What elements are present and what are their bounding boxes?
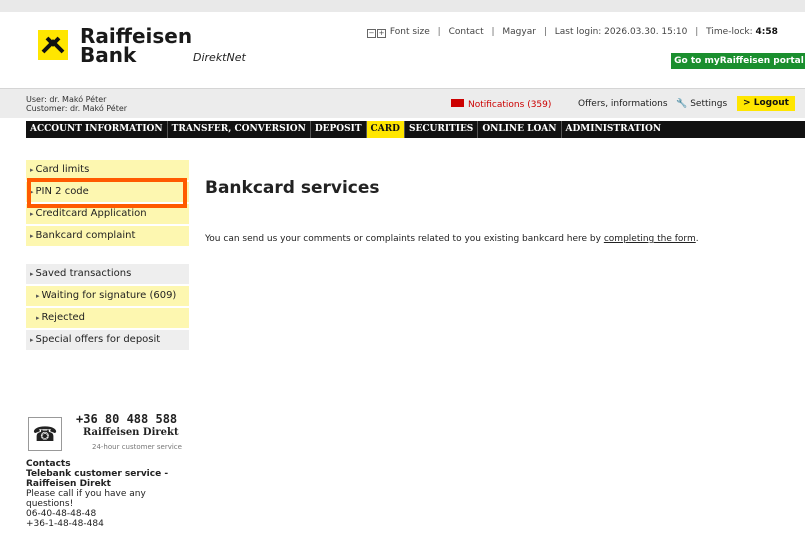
time-lock-label: Time-lock: [706,27,753,37]
sidebar-item-label: Rejected [41,312,86,323]
sidebar-item-special-offers[interactable]: ▸ Special offers for deposit [26,330,189,352]
top-strip [0,0,805,12]
sidebar-item-label: Card limits [35,164,90,175]
logout-button[interactable]: > Logout [737,96,795,111]
phone-number: +36 80 488 588 [76,412,178,426]
app-name: DirektNet [193,51,246,64]
contacts-text: Please call if you have any questions! [26,489,146,509]
wrench-icon: 🔧 [676,99,688,109]
notifications-label: Notifications (359) [468,100,552,110]
page-description: You can send us your comments or complai… [205,234,699,244]
sidebar-item-label: Special offers for deposit [35,334,161,345]
nav-card[interactable]: CARD [366,121,405,138]
contacts-phone-1: 06-40-48-48-48 [26,509,97,519]
last-login: Last login: 2026.03.30. 15:10 [554,27,688,37]
sidebar-item-label: Waiting for signature (609) [41,290,177,301]
arrow-right-icon: ▸ [30,232,34,240]
description-end: . [695,234,699,244]
arrow-right-icon: ▸ [30,336,34,344]
language-link[interactable]: Magyar [502,27,536,37]
portal-button[interactable]: Go to myRaiffeisen portal [671,53,805,69]
phone-service-hours: 24-hour customer service [92,443,182,451]
nav-administration[interactable]: ADMINISTRATION [562,121,666,138]
notifications-link[interactable]: Notifications (359) [451,99,551,110]
time-lock-value: 4:58 [755,27,778,37]
nav-securities[interactable]: SECURITIES [405,121,479,138]
arrow-right-icon: ▸ [30,166,34,174]
arrow-right-icon: ▸ [30,270,34,278]
font-size-label: Font size [389,27,430,37]
settings-label: Settings [690,99,728,109]
nav-online-loan[interactable]: ONLINE LOAN [478,121,562,138]
sidebar-item-rejected[interactable]: ▸ Rejected [26,308,189,330]
contacts-service: Telebank customer service - Raiffeisen D… [26,469,169,489]
sidebar-item-waiting-for-signature[interactable]: ▸ Waiting for signature (609) [26,286,189,308]
user-bar: User: dr. Makó Péter Customer: dr. Makó … [0,88,805,118]
highlight-box [27,178,187,208]
settings-link[interactable]: 🔧 Settings [676,99,727,109]
contact-link[interactable]: Contact [449,27,484,37]
offers-link[interactable]: Offers, informations [578,99,668,109]
sidebar-item-label: Saved transactions [35,268,132,279]
raiffeisen-logo-icon [38,30,68,60]
font-increase-icon[interactable]: + [377,29,386,38]
phone-icon: ☎ [28,417,62,451]
arrow-right-icon: ▸ [36,314,40,322]
user-line: User: dr. Makó Péter [26,95,107,104]
nav-account-information[interactable]: ACCOUNT INFORMATION [26,121,168,138]
font-decrease-icon[interactable]: − [367,29,376,38]
contacts-heading: Contacts [26,459,71,469]
contacts-phone-2: +36-1-48-48-484 [26,519,104,529]
contacts-block: Contacts Telebank customer service - Rai… [26,459,191,529]
user-info: User: dr. Makó Péter Customer: dr. Makó … [26,95,127,113]
phone-service-name: Raiffeisen Direkt [83,427,179,438]
nav-deposit[interactable]: DEPOSIT [311,121,367,138]
brand-name: Raiffeisen Bank [80,24,193,67]
main-nav: ACCOUNT INFORMATION TRANSFER, CONVERSION… [26,121,805,138]
sidebar-item-saved-transactions[interactable]: ▸ Saved transactions [26,264,189,286]
envelope-icon [451,99,464,107]
description-text: You can send us your comments or complai… [205,234,601,244]
page-title: Bankcard services [205,178,380,198]
sidebar-item-bankcard-complaint[interactable]: ▸ Bankcard complaint [26,226,189,248]
complaint-form-link[interactable]: completing the form [604,234,696,244]
nav-transfer-conversion[interactable]: TRANSFER, CONVERSION [168,121,311,138]
customer-line: Customer: dr. Makó Péter [26,104,128,113]
sidebar-item-label: Bankcard complaint [35,230,136,241]
header-links: − + Font size | Contact | Magyar | Last l… [367,27,778,38]
arrow-right-icon: ▸ [30,210,34,218]
arrow-right-icon: ▸ [36,292,40,300]
sidebar-item-label: Creditcard Application [35,208,147,219]
